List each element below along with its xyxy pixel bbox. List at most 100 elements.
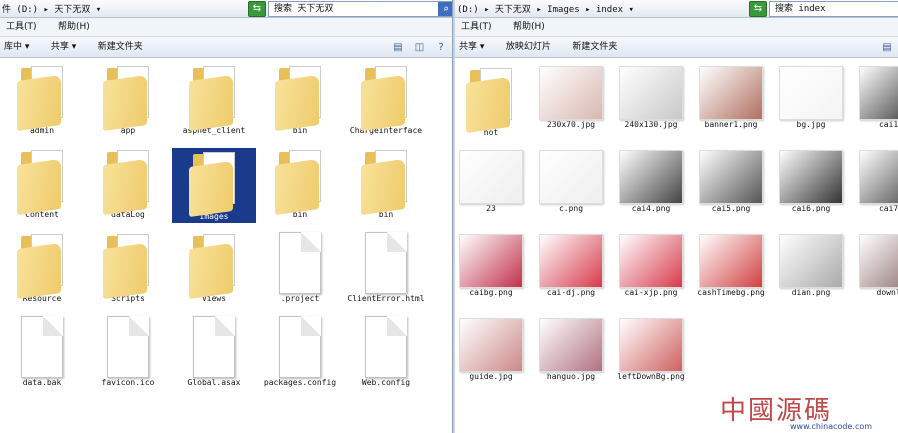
image-file-item[interactable]: 240x130.jpg — [609, 66, 693, 129]
image-thumbnail-icon — [539, 66, 603, 120]
folder-item[interactable]: Content — [0, 148, 84, 219]
image-thumbnail-icon — [619, 66, 683, 120]
image-thumbnail-icon — [459, 318, 523, 372]
help-icon[interactable]: ? — [434, 41, 448, 55]
folder-icon — [189, 64, 239, 132]
view-options-icon[interactable]: ▤ — [391, 41, 405, 55]
image-file-item[interactable]: bg.jpg — [769, 66, 853, 129]
file-item[interactable]: ClientError.html — [344, 232, 428, 303]
folder-icon — [17, 148, 67, 216]
image-file-item[interactable]: cai-xjp.png — [609, 234, 693, 297]
document-file-icon — [21, 316, 63, 378]
image-thumbnail-icon — [699, 66, 763, 120]
slideshow-button[interactable]: 放映幻灯片 — [506, 37, 551, 57]
folder-item[interactable]: app — [86, 64, 170, 135]
folder-icon — [17, 232, 67, 300]
image-file-item[interactable]: cashTimebg.png — [689, 234, 773, 297]
item-label: cai4.png — [631, 204, 671, 213]
watermark-url: www.chinacode.com — [790, 422, 873, 431]
menu-bar: 工具(T) 帮助(H) — [0, 18, 452, 37]
library-button[interactable]: 库中 ▾ — [4, 37, 29, 57]
image-file-item[interactable]: downlo — [849, 234, 898, 297]
folder-item[interactable]: Images — [172, 148, 256, 223]
folder-item[interactable]: ChargeInterface — [344, 64, 428, 135]
item-label: data.bak — [22, 378, 62, 387]
image-file-item[interactable]: leftDownBg.png — [609, 318, 693, 381]
image-file-item[interactable]: dian.png — [769, 234, 853, 297]
new-folder-button[interactable]: 新建文件夹 — [572, 37, 617, 57]
share-button[interactable]: 共享 ▾ — [459, 37, 484, 57]
image-thumbnail-icon — [619, 318, 683, 372]
command-bar: 库中 ▾ 共享 ▾ 新建文件夹 ▤ ◫ ? — [0, 37, 452, 58]
image-file-item[interactable]: 230x70.jpg — [529, 66, 613, 129]
image-file-item[interactable]: c.png — [529, 150, 613, 213]
go-arrow-icon[interactable]: ⇆ — [248, 1, 266, 17]
menu-bar: 工具(T) 帮助(H) — [455, 18, 898, 37]
item-label: caibg.png — [469, 288, 513, 297]
view-options-icon[interactable]: ▤ — [880, 41, 894, 55]
folder-item[interactable]: Views — [172, 232, 256, 303]
file-item[interactable]: .project — [258, 232, 342, 303]
folder-item[interactable]: hot — [455, 66, 533, 137]
image-thumbnail-icon — [539, 318, 603, 372]
file-item[interactable]: packages.config — [258, 316, 342, 387]
search-input[interactable]: 搜索 index — [769, 1, 898, 17]
folder-item[interactable]: Resource — [0, 232, 84, 303]
folder-icon — [189, 150, 239, 218]
image-thumbnail-icon — [539, 150, 603, 204]
file-item[interactable]: favicon.ico — [86, 316, 170, 387]
folder-item[interactable]: bin — [258, 148, 342, 219]
folder-item[interactable]: dataLog — [86, 148, 170, 219]
image-file-item[interactable]: cai5.png — [689, 150, 773, 213]
file-item[interactable]: Web.config — [344, 316, 428, 387]
menu-tools[interactable]: 工具(T) — [461, 18, 492, 36]
item-label: 230x70.jpg — [546, 120, 596, 129]
folder-item[interactable]: bin — [258, 64, 342, 135]
folder-item[interactable]: bin — [344, 148, 428, 219]
image-thumbnail-icon — [859, 66, 898, 120]
image-file-item[interactable]: cai6.png — [769, 150, 853, 213]
folder-icon — [275, 148, 325, 216]
folder-item[interactable]: admin — [0, 64, 84, 135]
item-label: Global.asax — [187, 378, 241, 387]
image-file-item[interactable]: caibg.png — [455, 234, 533, 297]
image-file-item[interactable]: cai4.png — [609, 150, 693, 213]
item-label: banner1.png — [704, 120, 758, 129]
image-thumbnail-icon — [619, 150, 683, 204]
folder-item[interactable]: Scripts — [86, 232, 170, 303]
image-thumbnail-icon — [459, 234, 523, 288]
menu-tools[interactable]: 工具(T) — [6, 18, 37, 36]
image-file-item[interactable]: 23 — [455, 150, 533, 213]
share-button[interactable]: 共享 ▾ — [51, 37, 76, 57]
search-icon[interactable]: ⌕ — [438, 2, 452, 16]
menu-help[interactable]: 帮助(H) — [58, 18, 90, 36]
address-path[interactable]: 件 (D:) ▸ 天下无双 ▾ — [2, 2, 101, 15]
watermark: 中國源碼 www.chinacode.com — [690, 390, 890, 431]
item-label: hanguo.jpg — [546, 372, 596, 381]
image-file-item[interactable]: guide.jpg — [455, 318, 533, 381]
item-label: cai7. — [878, 204, 898, 213]
folder-icon — [103, 232, 153, 300]
image-thumbnail-icon — [619, 234, 683, 288]
image-file-item[interactable]: cai-dj.png — [529, 234, 613, 297]
image-file-item[interactable]: banner1.png — [689, 66, 773, 129]
preview-pane-icon[interactable]: ◫ — [413, 41, 427, 55]
folder-icon — [275, 64, 325, 132]
image-thumbnail-icon — [779, 234, 843, 288]
new-folder-button[interactable]: 新建文件夹 — [98, 37, 143, 57]
item-label: cashTimebg.png — [697, 288, 765, 297]
image-file-item[interactable]: hanguo.jpg — [529, 318, 613, 381]
document-file-icon — [365, 316, 407, 378]
search-input[interactable]: 搜索 天下无双 ⌕ — [268, 1, 452, 17]
image-thumbnail-icon — [859, 234, 898, 288]
image-file-item[interactable]: cai7. — [849, 150, 898, 213]
item-label: c.png — [558, 204, 584, 213]
folder-item[interactable]: aspnet_client — [172, 64, 256, 135]
image-thumbnail-icon — [459, 150, 523, 204]
go-arrow-icon[interactable]: ⇆ — [749, 1, 767, 17]
image-file-item[interactable]: cai1. — [849, 66, 898, 129]
menu-help[interactable]: 帮助(H) — [513, 18, 545, 36]
file-item[interactable]: data.bak — [0, 316, 84, 387]
address-path[interactable]: (D:) ▸ 天下无双 ▸ Images ▸ index ▾ — [457, 2, 634, 15]
file-item[interactable]: Global.asax — [172, 316, 256, 387]
